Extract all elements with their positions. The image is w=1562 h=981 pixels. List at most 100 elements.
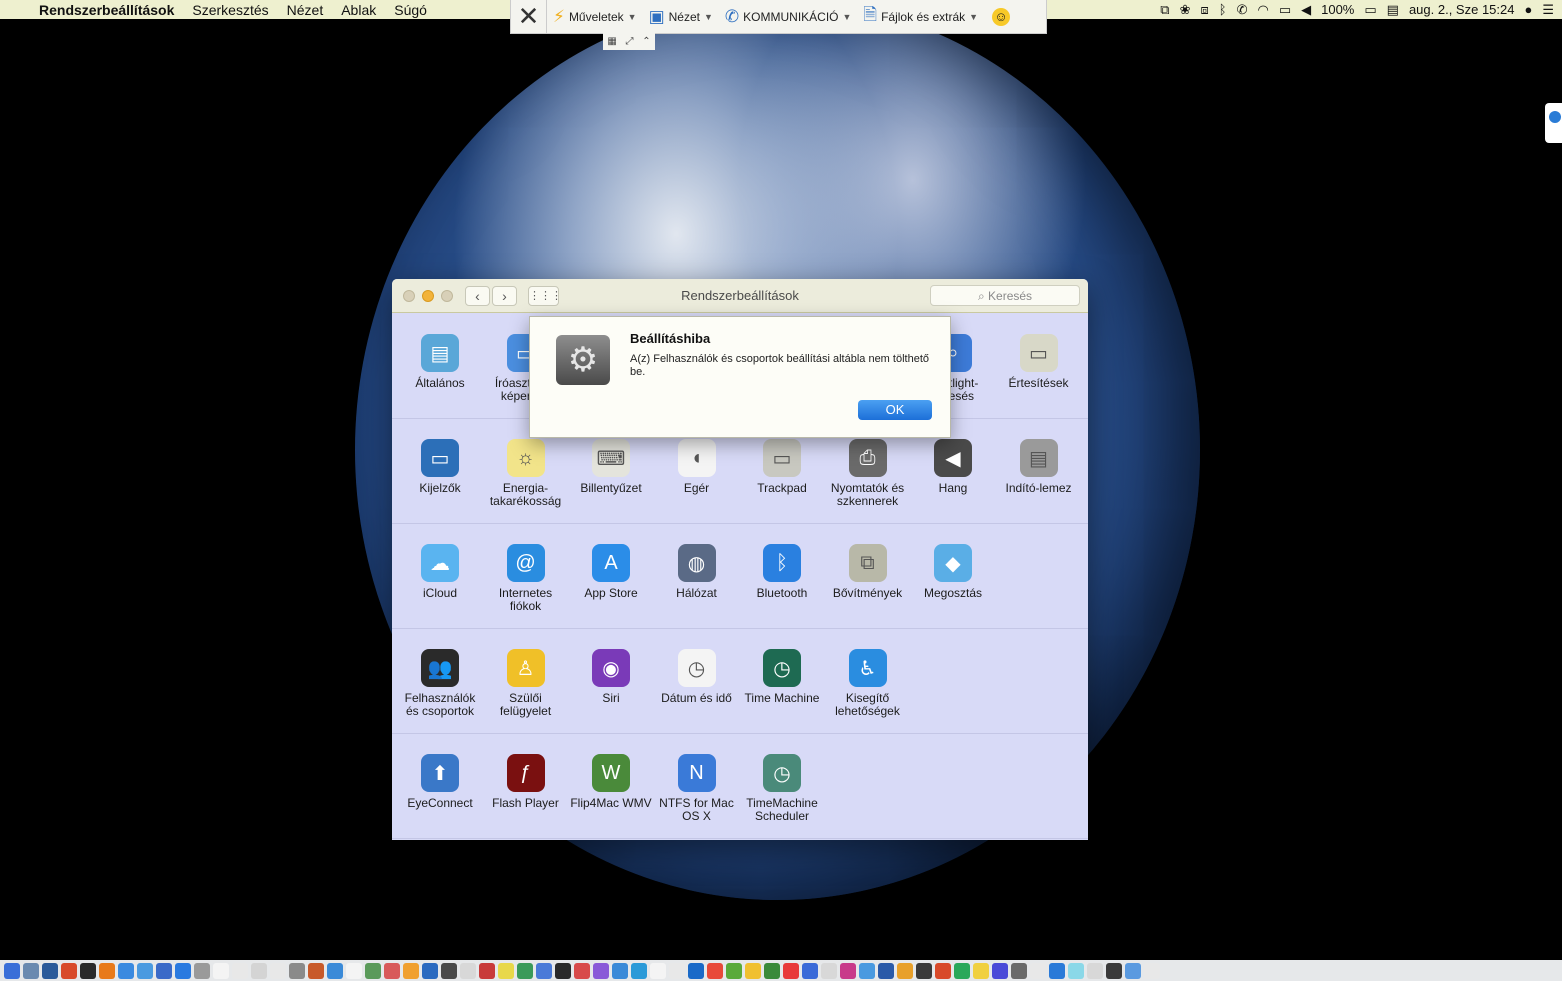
- dock-app-icon[interactable]: [194, 962, 210, 979]
- dock-app-icon[interactable]: [42, 962, 58, 979]
- pref-pane-eyeconnect[interactable]: ⬆ EyeConnect: [398, 754, 482, 810]
- dock-app-icon[interactable]: [498, 962, 514, 979]
- dock-app-icon[interactable]: [327, 962, 343, 979]
- airplay-icon[interactable]: ▭: [1279, 0, 1291, 19]
- dock-app-icon[interactable]: [878, 962, 894, 979]
- dock-app-icon[interactable]: [859, 962, 875, 979]
- dock-app-icon[interactable]: [897, 962, 913, 979]
- dock-app-icon[interactable]: [631, 962, 647, 979]
- dock-app-icon[interactable]: [536, 962, 552, 979]
- pref-pane-ntfs[interactable]: N NTFS for Mac OS X: [655, 754, 739, 823]
- fullscreen-icon[interactable]: ⤢: [626, 36, 634, 47]
- dock-app-icon[interactable]: [650, 962, 666, 979]
- dock-app-icon[interactable]: [289, 962, 305, 979]
- phone-icon[interactable]: ✆: [1237, 0, 1248, 19]
- dock-app-icon[interactable]: [232, 962, 248, 979]
- menu-edit[interactable]: Szerkesztés: [183, 2, 277, 18]
- battery-icon[interactable]: ▭: [1364, 0, 1376, 19]
- dock-app-icon[interactable]: [422, 962, 438, 979]
- search-input[interactable]: ⌕ Keresés: [930, 285, 1080, 306]
- dock-app-icon[interactable]: [688, 962, 704, 979]
- pref-pane-sharing[interactable]: ◆ Megosztás: [911, 544, 995, 600]
- dock-app-icon[interactable]: [23, 962, 39, 979]
- communication-menu[interactable]: ✆ KOMMUNIKÁCIÓ ▼: [719, 0, 858, 34]
- dock-app-icon[interactable]: [213, 962, 229, 979]
- dock-app-icon[interactable]: [954, 962, 970, 979]
- dock-app-icon[interactable]: [156, 962, 172, 979]
- dock-app-icon[interactable]: [1011, 962, 1027, 979]
- paw-icon[interactable]: ❀: [1180, 0, 1191, 19]
- dock-app-icon[interactable]: [1106, 962, 1122, 979]
- dock-app-icon[interactable]: [555, 962, 571, 979]
- dock-app-icon[interactable]: [479, 962, 495, 979]
- pref-pane-notifications[interactable]: ▭ Értesítések: [997, 334, 1081, 390]
- dock-app-icon[interactable]: [802, 962, 818, 979]
- dock-app-icon[interactable]: [365, 962, 381, 979]
- dock-app-icon[interactable]: [118, 962, 134, 979]
- battery-percent[interactable]: 100%: [1321, 2, 1354, 17]
- pref-pane-energy-saver[interactable]: ☼ Energia-takarékosság: [484, 439, 568, 508]
- actions-menu[interactable]: ⚡ Műveletek ▼: [547, 0, 643, 34]
- dock-app-icon[interactable]: [175, 962, 191, 979]
- pref-pane-bluetooth[interactable]: ᛒ Bluetooth: [740, 544, 824, 600]
- pref-pane-internet-accounts[interactable]: @ Internetes fiókok: [484, 544, 568, 613]
- dock-app-icon[interactable]: [593, 962, 609, 979]
- dock-app-icon[interactable]: [384, 962, 400, 979]
- pref-pane-network[interactable]: ◍ Hálózat: [655, 544, 739, 600]
- dock-app-icon[interactable]: [574, 962, 590, 979]
- window-icon[interactable]: ⧈: [1200, 0, 1208, 19]
- pref-pane-sound[interactable]: ◀ Hang: [911, 439, 995, 495]
- smiley-icon[interactable]: ☺: [992, 7, 1011, 26]
- close-session-icon[interactable]: ✕: [511, 0, 547, 34]
- dock-app-icon[interactable]: [4, 962, 20, 979]
- pref-pane-icloud[interactable]: ☁ iCloud: [398, 544, 482, 600]
- pref-pane-timemachine-scheduler[interactable]: ◷ TimeMachine Scheduler: [740, 754, 824, 823]
- pref-pane-parental-controls[interactable]: ♙ Szülői felügyelet: [484, 649, 568, 718]
- screen-share-icon[interactable]: ⧉: [1160, 0, 1169, 19]
- wifi-icon[interactable]: ◠: [1257, 0, 1268, 19]
- pref-pane-siri[interactable]: ◉ Siri: [569, 649, 653, 705]
- dock-app-icon[interactable]: [707, 962, 723, 979]
- dock-app-icon[interactable]: [1125, 962, 1141, 979]
- dock-app-icon[interactable]: [840, 962, 856, 979]
- pref-pane-app-store[interactable]: A App Store: [569, 544, 653, 600]
- dock-app-icon[interactable]: [1144, 962, 1160, 979]
- dock-app-icon[interactable]: [973, 962, 989, 979]
- dock-app-icon[interactable]: [1068, 962, 1084, 979]
- pref-pane-accessibility[interactable]: ♿ Kisegítő lehetőségek: [826, 649, 910, 718]
- teamviewer-side-tab[interactable]: [1545, 103, 1562, 143]
- dock-app-icon[interactable]: [80, 962, 96, 979]
- dock-app-icon[interactable]: [1087, 962, 1103, 979]
- dock-app-icon[interactable]: [346, 962, 362, 979]
- dock-app-icon[interactable]: [992, 962, 1008, 979]
- pref-pane-startup-disk[interactable]: ▤ Indító-lemez: [997, 439, 1081, 495]
- volume-icon[interactable]: ◀︎: [1301, 0, 1311, 19]
- dock-app-icon[interactable]: [612, 962, 628, 979]
- pref-pane-mouse[interactable]: ◖ Egér: [655, 439, 739, 495]
- dock-app-icon[interactable]: [441, 962, 457, 979]
- dock-app-icon[interactable]: [935, 962, 951, 979]
- pref-pane-keyboard[interactable]: ⌨ Billentyűzet: [569, 439, 653, 495]
- pref-pane-general[interactable]: ▤ Általános: [398, 334, 482, 390]
- dock-app-icon[interactable]: [745, 962, 761, 979]
- grid-icon[interactable]: ▦: [607, 36, 616, 47]
- files-menu[interactable]: 🗎 Fájlok és extrák ▼: [857, 0, 984, 34]
- dock-app-icon[interactable]: [1030, 962, 1046, 979]
- menu-window[interactable]: Ablak: [332, 2, 385, 18]
- dock-app-icon[interactable]: [783, 962, 799, 979]
- menu-help[interactable]: Súgó: [385, 2, 436, 18]
- pref-pane-flip4mac[interactable]: W Flip4Mac WMV: [569, 754, 653, 810]
- user-avatar-icon[interactable]: ●: [1524, 0, 1532, 19]
- pref-pane-printer[interactable]: ⎙ Nyomtatók és szkennerek: [826, 439, 910, 508]
- pref-pane-date-time[interactable]: ◷ Dátum és idő: [655, 649, 739, 705]
- menu-view[interactable]: Nézet: [278, 2, 333, 18]
- dock-app-icon[interactable]: [61, 962, 77, 979]
- chevron-up-icon[interactable]: ⌃: [642, 36, 650, 47]
- pref-pane-extensions[interactable]: ⧉ Bővítmények: [826, 544, 910, 600]
- dock-app-icon[interactable]: [1049, 962, 1065, 979]
- dock-app-icon[interactable]: [251, 962, 267, 979]
- pref-pane-trackpad[interactable]: ▭ Trackpad: [740, 439, 824, 495]
- dock-app-icon[interactable]: [916, 962, 932, 979]
- dock-app-icon[interactable]: [460, 962, 476, 979]
- dock-app-icon[interactable]: [137, 962, 153, 979]
